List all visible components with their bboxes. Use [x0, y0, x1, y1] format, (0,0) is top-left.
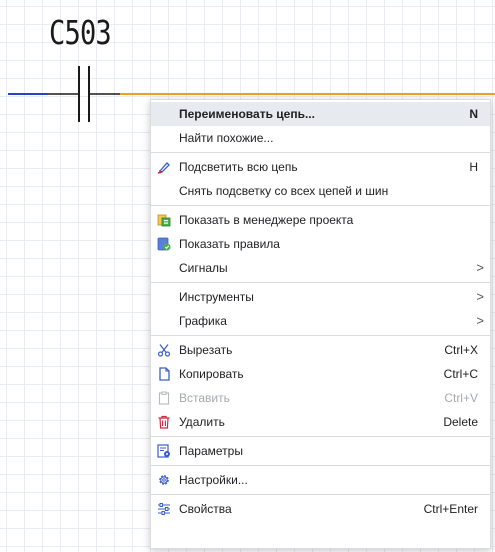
menu-item-label: Удалить — [179, 415, 225, 429]
menu-item-shortcut: Ctrl+X — [444, 343, 478, 357]
menu-item-label: Параметры — [179, 444, 243, 458]
menu-item-label: Копировать — [179, 367, 244, 381]
sliders-icon — [158, 503, 170, 515]
menu-item-graphics[interactable]: Графика > — [151, 309, 490, 333]
parameters-icon — [157, 444, 170, 458]
paste-icon — [158, 391, 170, 405]
menu-item-label: Показать в менеджере проекта — [179, 213, 354, 227]
menu-item-show-rules[interactable]: Показать правила — [151, 232, 490, 256]
submenu-arrow-icon: > — [476, 289, 484, 304]
copy-icon — [159, 367, 170, 381]
scissors-icon — [157, 344, 171, 357]
menu-separator — [151, 494, 490, 495]
menu-item-delete[interactable]: Удалить Delete — [151, 410, 490, 434]
menu-item-highlight-net[interactable]: Подсветить всю цепь H — [151, 155, 490, 179]
menu-item-signals[interactable]: Сигналы > — [151, 256, 490, 280]
menu-item-label: Снять подсветку со всех цепей и шин — [179, 184, 389, 198]
menu-item-cut[interactable]: Вырезать Ctrl+X — [151, 338, 490, 362]
gear-icon — [159, 475, 169, 485]
menu-item-clear-highlight[interactable]: Снять подсветку со всех цепей и шин — [151, 179, 490, 203]
menu-item-shortcut: H — [469, 160, 478, 174]
menu-item-show-in-manager[interactable]: Показать в менеджере проекта — [151, 208, 490, 232]
menu-item-paste[interactable]: Вставить Ctrl+V — [151, 386, 490, 410]
menu-item-shortcut: N — [469, 107, 478, 121]
menu-separator — [151, 436, 490, 437]
rules-icon — [157, 237, 171, 251]
menu-item-find-similar[interactable]: Найти похожие... — [151, 126, 490, 150]
menu-item-properties[interactable]: Свойства Ctrl+Enter — [151, 497, 490, 521]
menu-item-label: Показать правила — [179, 237, 280, 251]
menu-item-label: Вставить — [179, 391, 230, 405]
menu-item-settings[interactable]: Настройки... — [151, 468, 490, 492]
menu-item-label: Найти похожие... — [179, 131, 274, 145]
menu-item-label: Вырезать — [179, 343, 233, 357]
menu-item-parameters[interactable]: Параметры — [151, 439, 490, 463]
menu-item-tools[interactable]: Инструменты > — [151, 285, 490, 309]
menu-item-shortcut: Delete — [443, 415, 478, 429]
menu-item-shortcut: Ctrl+Enter — [423, 502, 478, 516]
menu-item-label: Переименовать цепь... — [179, 107, 315, 121]
context-menu: Переименовать цепь... N Найти похожие...… — [150, 99, 491, 549]
menu-item-rename-net[interactable]: Переименовать цепь... N — [151, 102, 490, 126]
menu-item-shortcut: Ctrl+C — [443, 367, 478, 381]
menu-item-shortcut: Ctrl+V — [444, 391, 478, 405]
menu-separator — [151, 152, 490, 153]
component-reference-label: C503 — [49, 13, 112, 52]
submenu-arrow-icon: > — [476, 260, 484, 275]
menu-item-label: Свойства — [179, 502, 232, 516]
submenu-arrow-icon: > — [476, 313, 484, 328]
menu-separator — [151, 282, 490, 283]
menu-item-label: Настройки... — [179, 473, 248, 487]
menu-item-copy[interactable]: Копировать Ctrl+C — [151, 362, 490, 386]
highlight-pen-icon — [157, 162, 170, 174]
menu-separator — [151, 335, 490, 336]
menu-item-label: Графика — [179, 314, 227, 328]
menu-separator — [151, 465, 490, 466]
menu-separator — [151, 205, 490, 206]
project-manager-icon — [157, 214, 171, 227]
menu-item-label: Сигналы — [179, 261, 228, 275]
menu-item-label: Инструменты — [179, 290, 254, 304]
menu-item-label: Подсветить всю цепь — [179, 160, 298, 174]
trash-icon — [158, 415, 170, 429]
